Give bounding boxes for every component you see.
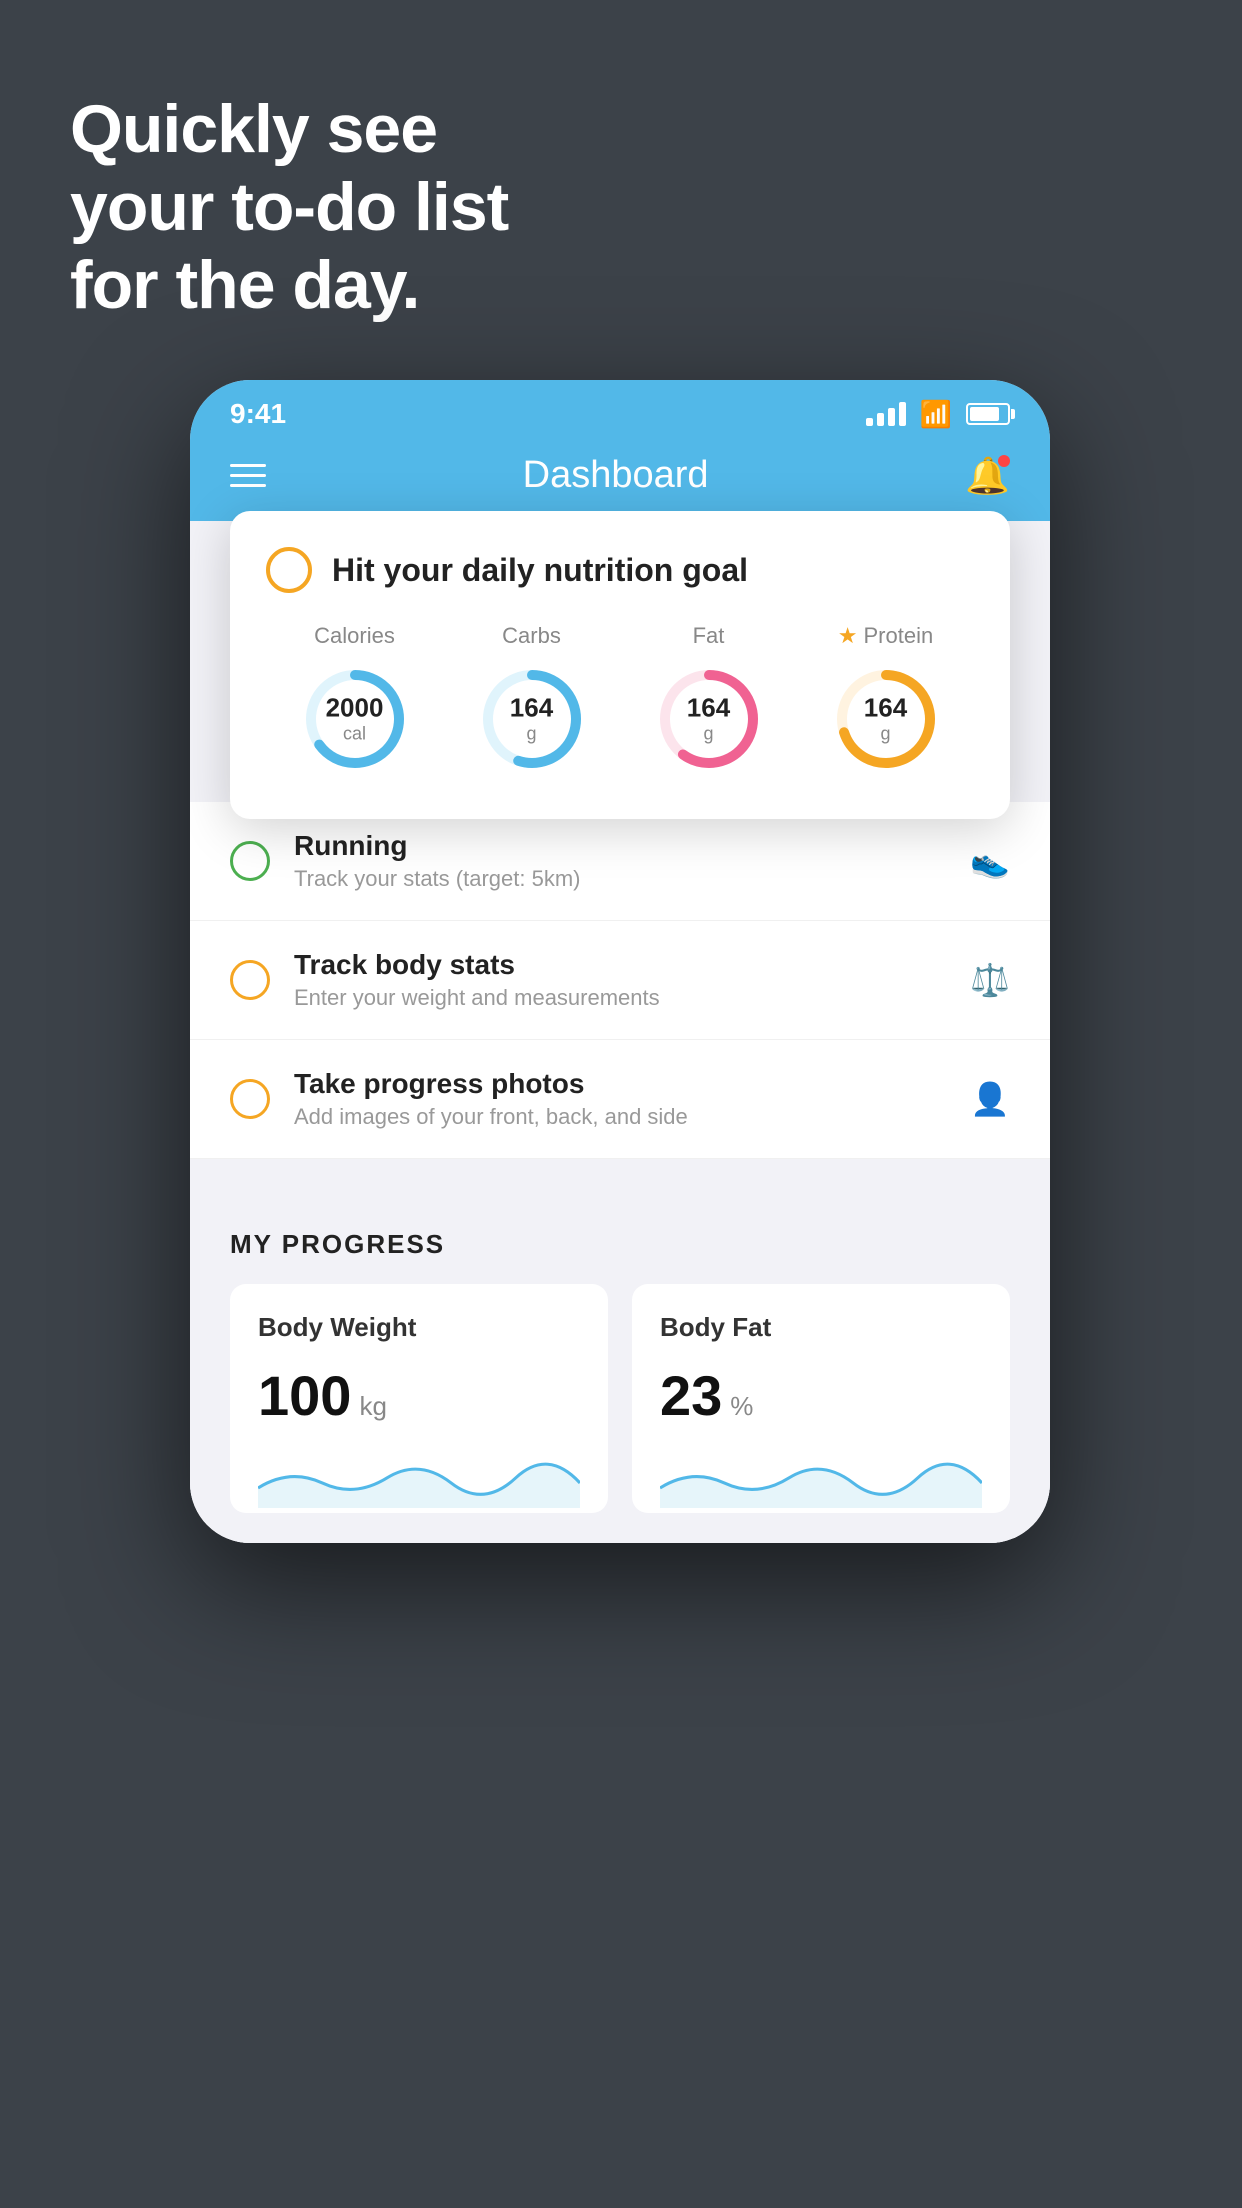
progress-sparkline (258, 1448, 580, 1508)
nutrition-label: Calories (314, 623, 395, 649)
nutrition-row: Calories 2000 cal Carbs 164 g Fat (266, 623, 974, 779)
todo-subtitle: Track your stats (target: 5km) (294, 866, 946, 892)
nutrition-label: Carbs (502, 623, 561, 649)
hero-line2: your to-do list (70, 168, 508, 246)
card-title-row: Hit your daily nutrition goal (266, 547, 974, 593)
donut-chart: 164 g (826, 659, 946, 779)
progress-card[interactable]: Body Fat 23 % (632, 1284, 1010, 1513)
todo-item[interactable]: Running Track your stats (target: 5km) 👟 (190, 802, 1050, 921)
donut-center: 164 g (687, 693, 730, 746)
progress-value: 100 (258, 1363, 351, 1428)
page-background: Quickly see your to-do list for the day.… (0, 0, 1242, 2208)
progress-sparkline (660, 1448, 982, 1508)
nav-title: Dashboard (523, 454, 709, 497)
hero-line1: Quickly see (70, 90, 508, 168)
todo-action-icon: ⚖️ (970, 961, 1010, 999)
progress-header: MY PROGRESS (230, 1229, 1010, 1260)
star-icon: ★ (838, 623, 858, 649)
progress-value-row: 100 kg (258, 1363, 580, 1428)
todo-action-icon: 👤 (970, 1080, 1010, 1118)
status-bar: 9:41 📶 (190, 380, 1050, 438)
wifi-icon: 📶 (920, 399, 952, 430)
nutrition-card: Hit your daily nutrition goal Calories 2… (230, 511, 1010, 819)
progress-cards: Body Weight 100 kg Body Fat 23 % (230, 1284, 1010, 1513)
progress-section: MY PROGRESS Body Weight 100 kg Body Fat … (190, 1209, 1050, 1543)
progress-card-title: Body Weight (258, 1312, 580, 1343)
nutrition-item-protein: ★Protein 164 g (826, 623, 946, 779)
todo-subtitle: Add images of your front, back, and side (294, 1104, 946, 1130)
time-display: 9:41 (230, 398, 286, 430)
donut-chart: 164 g (649, 659, 769, 779)
donut-chart: 164 g (472, 659, 592, 779)
donut-center: 2000 cal (326, 693, 384, 746)
donut-unit: g (864, 724, 907, 746)
donut-value: 164 (864, 693, 907, 724)
progress-card[interactable]: Body Weight 100 kg (230, 1284, 608, 1513)
donut-unit: g (510, 724, 553, 746)
progress-value-row: 23 % (660, 1363, 982, 1428)
todo-text: Running Track your stats (target: 5km) (294, 830, 946, 892)
notification-bell[interactable]: 🔔 (965, 455, 1010, 497)
notification-dot (998, 455, 1010, 467)
progress-unit: kg (359, 1391, 386, 1422)
nutrition-check-circle[interactable] (266, 547, 312, 593)
todo-action-icon: 👟 (970, 842, 1010, 880)
nutrition-label: Protein (864, 623, 934, 649)
donut-chart: 2000 cal (295, 659, 415, 779)
nutrition-card-title: Hit your daily nutrition goal (332, 552, 748, 589)
todo-circle (230, 1079, 270, 1119)
nutrition-item-fat: Fat 164 g (649, 623, 769, 779)
nav-bar: Dashboard 🔔 (190, 438, 1050, 521)
signal-icon (866, 402, 906, 426)
todo-item[interactable]: Take progress photos Add images of your … (190, 1040, 1050, 1159)
nutrition-label: Fat (693, 623, 725, 649)
donut-value: 164 (510, 693, 553, 724)
todo-title: Track body stats (294, 949, 946, 981)
hero-text: Quickly see your to-do list for the day. (70, 90, 508, 325)
app-body: THINGS TO DO TODAY Hit your daily nutrit… (190, 521, 1050, 1543)
todo-text: Take progress photos Add images of your … (294, 1068, 946, 1130)
todo-circle (230, 841, 270, 881)
todo-item[interactable]: Track body stats Enter your weight and m… (190, 921, 1050, 1040)
todo-text: Track body stats Enter your weight and m… (294, 949, 946, 1011)
todo-title: Take progress photos (294, 1068, 946, 1100)
nutrition-item-calories: Calories 2000 cal (295, 623, 415, 779)
progress-value: 23 (660, 1363, 722, 1428)
hamburger-menu[interactable] (230, 464, 266, 487)
donut-value: 164 (687, 693, 730, 724)
todo-subtitle: Enter your weight and measurements (294, 985, 946, 1011)
todo-title: Running (294, 830, 946, 862)
todo-list: Running Track your stats (target: 5km) 👟… (190, 802, 1050, 1159)
donut-value: 2000 (326, 693, 384, 724)
hero-line3: for the day. (70, 246, 508, 324)
progress-unit: % (730, 1391, 753, 1422)
donut-center: 164 g (510, 693, 553, 746)
spacer (190, 1159, 1050, 1209)
donut-unit: g (687, 724, 730, 746)
progress-card-title: Body Fat (660, 1312, 982, 1343)
phone-frame: 9:41 📶 Dashboard 🔔 (190, 380, 1050, 1543)
battery-icon (966, 403, 1010, 425)
donut-center: 164 g (864, 693, 907, 746)
nutrition-item-carbs: Carbs 164 g (472, 623, 592, 779)
donut-unit: cal (326, 724, 384, 746)
status-icons: 📶 (866, 399, 1010, 430)
todo-circle (230, 960, 270, 1000)
